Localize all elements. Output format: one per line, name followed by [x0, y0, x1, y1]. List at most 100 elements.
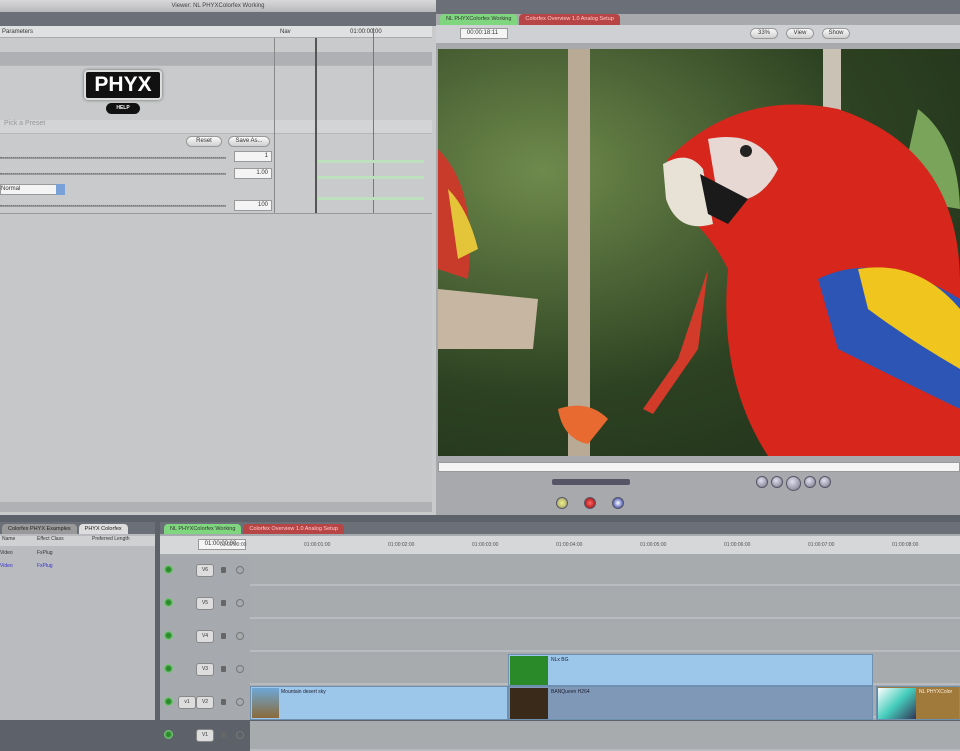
track-lane[interactable]	[250, 556, 960, 586]
ruler-tick: 01:00:08:00	[892, 542, 919, 548]
track-visibility-icon[interactable]	[164, 598, 173, 607]
view-popup[interactable]: View	[786, 28, 814, 39]
video-frame-parrot	[438, 49, 960, 456]
track-lane[interactable]	[250, 589, 960, 619]
auto-select-icon[interactable]	[236, 731, 244, 739]
auto-select-icon[interactable]	[236, 599, 244, 607]
mode-popup[interactable]: Normal	[0, 184, 58, 195]
param-slider[interactable]	[0, 205, 226, 207]
ruler-tick: 01:00:03:00	[472, 542, 499, 548]
tab-bar	[0, 12, 436, 26]
auto-select-icon[interactable]	[236, 632, 244, 640]
track-visibility-icon[interactable]	[164, 565, 173, 574]
save-as-button[interactable]: Save As...	[228, 136, 270, 147]
popup-arrow-icon[interactable]	[56, 184, 65, 195]
empty-area	[0, 213, 432, 503]
tab-working[interactable]: NL PHYXColorfex Working	[440, 14, 518, 25]
lock-icon[interactable]	[221, 732, 226, 738]
row-class: FxPlug	[37, 550, 53, 556]
track-label[interactable]: V2	[196, 696, 214, 709]
tab-phyx-colorfex[interactable]: PHYX Colorfex	[78, 524, 128, 534]
timeline-ruler[interactable]: 01:00:00:00 01:00:00:00 01:00:01:00 01:00:…	[160, 536, 960, 554]
lock-icon[interactable]	[221, 666, 226, 672]
param-field[interactable]: 100	[234, 200, 272, 211]
lock-icon[interactable]	[221, 699, 226, 705]
viewer-tabs: NL PHYXColorfex Working Colorfex Overvie…	[440, 14, 620, 25]
param-field[interactable]: 1.00	[234, 168, 272, 179]
track-visibility-icon[interactable]	[164, 664, 173, 673]
track-lane[interactable]	[250, 721, 960, 751]
browser-tabs: Colorfex PHYX Examples PHYX Colorfex	[0, 522, 155, 534]
clip-mountain[interactable]: Mountain desert sky	[250, 686, 508, 720]
help-button[interactable]: HELP	[106, 103, 140, 114]
clip-banqueen[interactable]: BANQueen H264	[508, 686, 873, 720]
phyx-logo: PHYX	[84, 70, 162, 100]
browser-row[interactable]: Video FxPlug	[0, 563, 53, 569]
add-marker-icon[interactable]	[612, 497, 624, 509]
tab-overview[interactable]: Colorfex Overview 1.0 Analog Setup	[519, 14, 620, 25]
play-around-icon[interactable]	[819, 476, 831, 488]
overlay-popup[interactable]: Show	[822, 28, 850, 39]
browser-row[interactable]: Video FxPlug	[0, 550, 53, 556]
preset-placeholder: Pick a Preset	[4, 120, 46, 127]
param-slider[interactable]	[0, 157, 226, 159]
track-lane[interactable]	[250, 622, 960, 652]
timecode-field[interactable]: 00:00:18:11	[460, 28, 508, 39]
track-label[interactable]: V4	[196, 630, 214, 643]
clip-nlx-bg[interactable]: NLx BG	[508, 654, 873, 686]
track-label[interactable]: V3	[196, 663, 214, 676]
auto-select-icon[interactable]	[236, 698, 244, 706]
ruler-tick: 01:00:04:00	[556, 542, 583, 548]
filter-row[interactable]	[0, 52, 432, 66]
col-parameters: Parameters	[2, 29, 34, 35]
auto-select-icon[interactable]	[236, 566, 244, 574]
previous-edit-icon[interactable]	[771, 476, 783, 488]
play-icon[interactable]	[786, 476, 801, 491]
col-nav: Nav	[280, 29, 291, 35]
tab-examples[interactable]: Colorfex PHYX Examples	[2, 524, 77, 534]
filter-panel: Viewer: NL PHYXColorfex Working Paramete…	[0, 0, 436, 515]
mark-clip-icon[interactable]	[584, 497, 596, 509]
ruler-ticks: 01:00:00:00 01:00:01:00 01:00:02:00 01:00:0…	[220, 542, 960, 552]
viewer-toolbar: 00:00:18:11 33% View Show	[436, 25, 960, 43]
reset-button[interactable]: Reset	[186, 136, 222, 147]
track-label[interactable]: V5	[196, 597, 214, 610]
track-header: V5	[160, 589, 250, 619]
col-length[interactable]: Preferred Length	[92, 536, 130, 542]
param-field[interactable]: 1	[234, 151, 272, 162]
parrot-image	[438, 49, 960, 456]
track-visibility-icon[interactable]	[164, 697, 173, 706]
auto-select-icon[interactable]	[236, 665, 244, 673]
transport-controls	[756, 476, 831, 491]
ruler-tick: 01:00:06:00	[724, 542, 751, 548]
keyframe-track	[318, 197, 424, 200]
tab-working[interactable]: NL PHYXColorfex Working	[164, 524, 242, 534]
preset-popup[interactable]: Pick a Preset	[0, 120, 432, 134]
zoom-popup[interactable]: 33%	[750, 28, 778, 39]
match-frame-icon[interactable]	[556, 497, 568, 509]
source-patch[interactable]: v1	[178, 696, 196, 709]
track-label[interactable]: V6	[196, 564, 214, 577]
play-in-out-icon[interactable]	[756, 476, 768, 488]
track-label[interactable]: V1	[196, 729, 214, 742]
clip-name: BANQueen H264	[551, 689, 590, 695]
clip-thumbnail	[878, 688, 916, 719]
col-name[interactable]: Name	[2, 536, 15, 542]
tab-overview[interactable]: Colorfex Overview 1.0 Analog Setup	[243, 524, 344, 534]
lock-icon[interactable]	[221, 600, 226, 606]
scrollbar[interactable]	[0, 502, 432, 512]
next-edit-icon[interactable]	[804, 476, 816, 488]
track-visibility-icon[interactable]	[164, 730, 173, 739]
col-effect-class[interactable]: Effect Class	[37, 536, 64, 542]
scrubber-bar[interactable]	[438, 462, 960, 472]
shuttle-control[interactable]	[552, 479, 630, 485]
ruler-tick: 01:00:07:00	[808, 542, 835, 548]
divider	[274, 38, 275, 213]
param-slider[interactable]	[0, 173, 226, 175]
clip-thumbnail	[252, 688, 279, 718]
clip-nl-phyx[interactable]: NL PHYXColor	[876, 686, 960, 720]
track-visibility-icon[interactable]	[164, 631, 173, 640]
ruler-tick: 01:00:00:00	[220, 542, 247, 548]
lock-icon[interactable]	[221, 567, 226, 573]
lock-icon[interactable]	[221, 633, 226, 639]
